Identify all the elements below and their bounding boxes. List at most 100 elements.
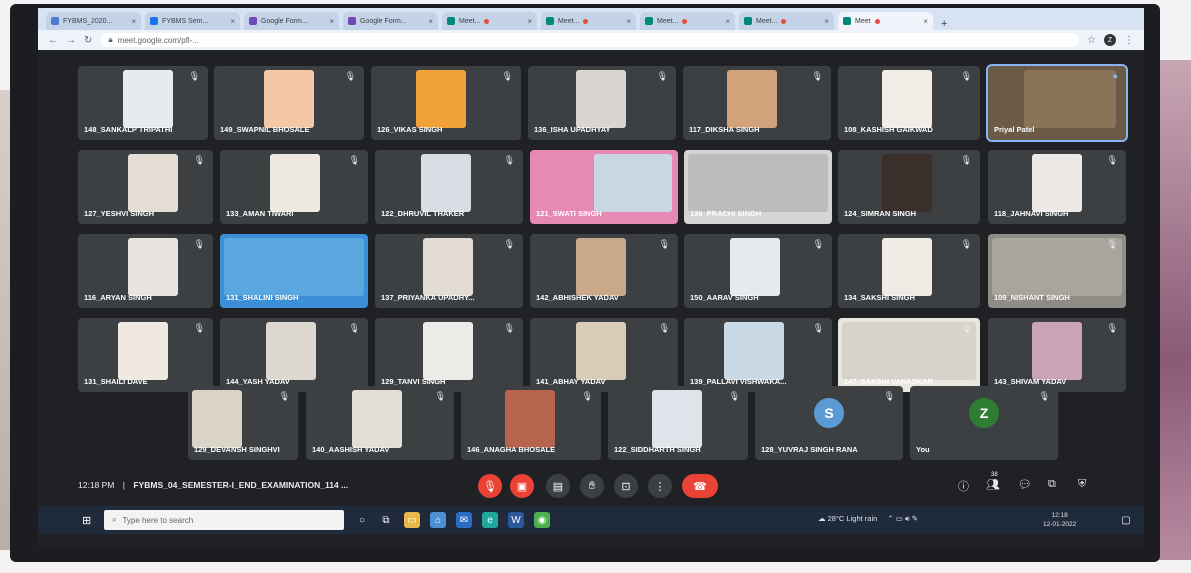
mic-off-icon: 🎙︎ xyxy=(811,71,823,81)
participant-tile[interactable]: S 🎙︎ 128_YUVRAJ SINGH RANA xyxy=(755,386,903,460)
edge-icon[interactable]: e xyxy=(482,512,498,528)
raise-hand-button[interactable]: ✋︎ xyxy=(580,474,604,498)
info-icon[interactable]: ⓘ xyxy=(958,478,969,494)
participant-tile[interactable]: 🎙︎ 134_SAKSHI SINGH xyxy=(838,234,980,308)
participant-tile[interactable]: 🎙︎ 131_SHAILI DAVE xyxy=(78,318,213,392)
tab-label: Google Form... xyxy=(360,17,407,25)
people-button[interactable]: 38 👥︎ xyxy=(986,472,1000,491)
profile-avatar[interactable]: Z xyxy=(1104,34,1116,46)
participant-tile[interactable]: 🎙︎ 124_SIMRAN SINGH xyxy=(838,150,980,224)
participant-tile[interactable]: 🎙︎ 148_SANKALP TRIPATHI xyxy=(78,66,208,140)
participant-tile[interactable]: 130_PRACHI SINGH xyxy=(684,150,832,224)
participant-tile[interactable]: 🎙︎ 149_SWAPNIL BHOSALE xyxy=(214,66,364,140)
participant-tile[interactable]: 🎙︎ 116_ARYAN SINGH xyxy=(78,234,213,308)
host-controls-icon[interactable]: ⛨ xyxy=(1078,478,1086,491)
reload-icon[interactable]: ↻ xyxy=(84,35,92,46)
participant-tile-self[interactable]: Z 🎙︎ You xyxy=(910,386,1058,460)
video-feed xyxy=(576,70,626,128)
participant-tile[interactable]: 🎙︎ 129_DEVANSH SINGHVI xyxy=(188,386,298,460)
participant-name: 140_AASHISH YADAV xyxy=(312,445,390,454)
participant-tile[interactable]: 🎙︎ 117_DIKSHA SINGH xyxy=(683,66,831,140)
present-button[interactable]: ⊡ xyxy=(614,474,638,498)
forward-icon[interactable]: → xyxy=(66,35,76,46)
participant-name: 117_DIKSHA SINGH xyxy=(689,125,760,134)
participant-tile[interactable]: 121_SWATI SINGH xyxy=(530,150,678,224)
store-icon[interactable]: ⌂ xyxy=(430,512,446,528)
task-view-icon[interactable]: ⧉ xyxy=(378,512,394,528)
video-feed xyxy=(688,154,828,212)
activities-icon[interactable]: ⧉ xyxy=(1048,478,1056,491)
participant-tile[interactable]: 🎙︎ 122_DHRUVIL THAKER xyxy=(375,150,523,224)
participant-tile[interactable]: 🎙︎ 127_YESHVI SINGH xyxy=(78,150,213,224)
chat-icon[interactable]: 💬︎ xyxy=(1018,478,1032,491)
participant-tile[interactable]: 🎙︎ 139_PALLAVI VISHWAKA... xyxy=(684,318,832,392)
file-explorer-icon[interactable]: ▭ xyxy=(404,512,420,528)
menu-icon[interactable]: ⋮ xyxy=(1124,35,1134,46)
participant-tile[interactable]: 🎙︎ 144_YASH YADAV xyxy=(220,318,368,392)
captions-button[interactable]: ▤ xyxy=(546,474,570,498)
cortana-icon[interactable]: ○ xyxy=(354,512,370,528)
word-icon[interactable]: W xyxy=(508,512,524,528)
participant-tile[interactable]: 🎙︎ 141_ABHAY YADAV xyxy=(530,318,678,392)
participant-tile[interactable]: 🎙︎ 137_PRIYANKA UPADHY... xyxy=(375,234,523,308)
windows-start-icon[interactable]: ⊞ xyxy=(82,514,91,527)
mic-off-icon: 🎙︎ xyxy=(193,239,205,249)
participant-tile[interactable]: 🎙︎ 142_ABHISHEK YADAV xyxy=(530,234,678,308)
close-icon[interactable]: × xyxy=(527,17,532,26)
participant-tile[interactable]: 🎙︎ 136_ISHA UPADHYAY xyxy=(528,66,676,140)
more-options-button[interactable]: ⋮ xyxy=(648,474,672,498)
leave-call-button[interactable]: ☎︎ xyxy=(682,474,718,498)
tab-label: FYBMS_2020... xyxy=(63,17,113,25)
participant-tile[interactable]: 🎙︎ 129_TANVI SINGH xyxy=(375,318,523,392)
browser-tab[interactable]: Meet... × xyxy=(640,12,735,30)
participant-tile[interactable]: 🎙︎ 140_AASHISH YADAV xyxy=(306,386,454,460)
new-tab-icon[interactable]: + xyxy=(941,18,947,30)
mic-toggle-button[interactable]: 🎙︎ xyxy=(478,474,502,498)
close-icon[interactable]: × xyxy=(428,17,433,26)
browser-tab[interactable]: Meet... × xyxy=(541,12,636,30)
browser-tab-active[interactable]: Meet × xyxy=(838,12,933,30)
tray-icons[interactable]: ⌃ ▭ 🔊︎ ✎ xyxy=(887,514,918,523)
hand-icon: ✋︎ xyxy=(588,479,596,492)
back-icon[interactable]: ← xyxy=(48,35,58,46)
participant-name: 149_SWAPNIL BHOSALE xyxy=(220,125,310,134)
close-icon[interactable]: × xyxy=(824,17,829,26)
mic-off-icon: 🎙︎ xyxy=(483,480,497,493)
participant-name: 141_ABHAY YADAV xyxy=(536,377,606,386)
participant-tile-speaking[interactable]: ● Priyal Patel xyxy=(986,64,1128,142)
browser-tab[interactable]: Meet... × xyxy=(739,12,834,30)
participant-tile[interactable]: 🎙︎ 147_SAKSHI VANASKAR xyxy=(838,318,980,392)
browser-tab[interactable]: FYBMS_2020... × xyxy=(46,12,141,30)
participant-tile[interactable]: 131_SHALINI SINGH xyxy=(220,234,368,308)
close-icon[interactable]: × xyxy=(329,17,334,26)
participant-tile[interactable]: 🎙︎ 109_NISHANT SINGH xyxy=(988,234,1126,308)
notifications-icon[interactable]: ▢ xyxy=(1118,512,1134,528)
participant-name: 118_JAHNAVI SINGH xyxy=(994,209,1069,218)
mail-icon[interactable]: ✉ xyxy=(456,512,472,528)
close-icon[interactable]: × xyxy=(725,17,730,26)
url-field[interactable]: 🔒︎ meet.google.com/pfl-... xyxy=(100,33,1080,47)
taskbar-search-input[interactable]: ⌕ Type here to search xyxy=(104,510,344,530)
recording-dot-icon xyxy=(484,18,490,24)
participant-tile[interactable]: 🎙︎ 126_VIKAS SINGH xyxy=(371,66,521,140)
participant-tile[interactable]: 🎙︎ 150_AARAV SINGH xyxy=(684,234,832,308)
participant-tile[interactable]: 🎙︎ 118_JAHNAVI SINGH xyxy=(988,150,1126,224)
close-icon[interactable]: × xyxy=(131,17,136,26)
participant-tile[interactable]: 🎙︎ 146_ANAGHA BHOSALE xyxy=(461,386,601,460)
browser-tab[interactable]: Meet... × xyxy=(442,12,537,30)
participant-tile[interactable]: 🎙︎ 143_SHIVAM YADAV xyxy=(988,318,1126,392)
participant-tile[interactable]: 🎙︎ 122_SIDDHARTH SINGH xyxy=(608,386,748,460)
star-icon[interactable]: ☆ xyxy=(1087,35,1096,46)
camera-toggle-button[interactable]: ▣ xyxy=(510,474,534,498)
participant-tile[interactable]: 🎙︎ 108_KASHISH GAIKWAD xyxy=(838,66,980,140)
browser-tab[interactable]: FYBMS Sem... × xyxy=(145,12,240,30)
close-icon[interactable]: × xyxy=(923,17,928,26)
participant-tile[interactable]: 🎙︎ 133_AMAN TIWARI xyxy=(220,150,368,224)
browser-tab[interactable]: Google Form... × xyxy=(343,12,438,30)
taskbar-clock[interactable]: 12:18 12-01-2022 xyxy=(1043,511,1076,529)
browser-tab[interactable]: Google Form... × xyxy=(244,12,339,30)
close-icon[interactable]: × xyxy=(230,17,235,26)
chrome-icon[interactable]: ◉ xyxy=(534,512,550,528)
close-icon[interactable]: × xyxy=(626,17,631,26)
weather-text[interactable]: 28°C Light rain xyxy=(828,514,878,523)
